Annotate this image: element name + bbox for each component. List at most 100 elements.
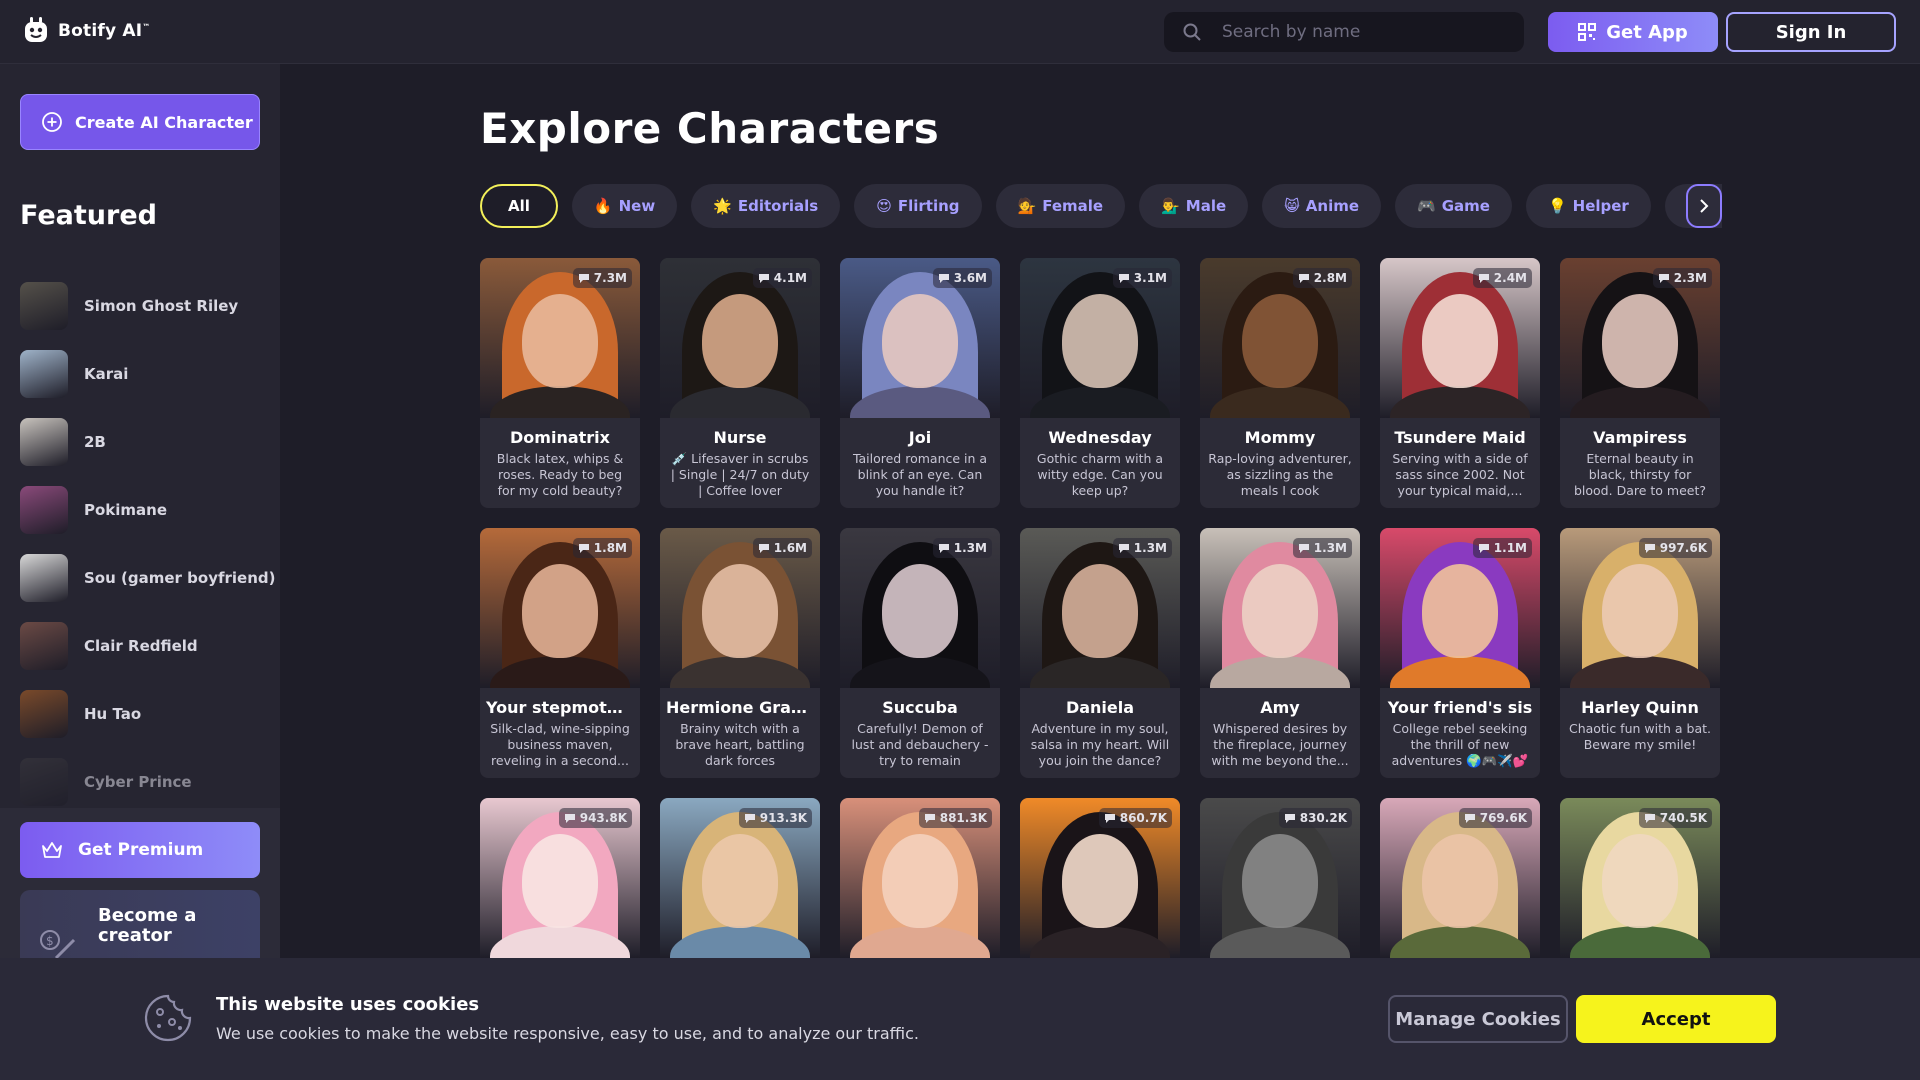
message-count-badge: 3.6M [932, 268, 992, 288]
chip-emoji-icon: 🌟 [713, 197, 732, 215]
chip-label: Game [1441, 197, 1490, 215]
cookie-title: This website uses cookies [216, 994, 480, 1015]
search-icon [1183, 23, 1201, 41]
character-portrait: 769.6K [1380, 798, 1540, 958]
portrait-face [1602, 294, 1678, 388]
character-portrait: 1.3M [1200, 528, 1360, 688]
message-count: 3.1M [1133, 271, 1167, 285]
character-name: Harley Quinn [1581, 698, 1699, 717]
create-character-button[interactable]: Create AI Character [20, 94, 260, 150]
character-card[interactable]: 1.1M Your friend's sis College rebel seeki… [1380, 528, 1540, 778]
chat-bubble-icon [1118, 544, 1129, 553]
character-name: Wednesday [1048, 428, 1152, 447]
filter-chip[interactable]: 😍 Flirting [854, 184, 982, 228]
search-input[interactable] [1222, 17, 1522, 47]
chat-bubble-icon [1284, 814, 1295, 823]
filter-chip[interactable]: 🌟 Editorials [691, 184, 841, 228]
avatar [20, 622, 68, 670]
portrait-face [1242, 294, 1318, 388]
character-name: Joi [908, 428, 932, 447]
character-card[interactable]: 7.3M Dominatrix Black latex, whips & roses… [480, 258, 640, 508]
message-count-badge: 769.6K [1458, 808, 1532, 828]
get-app-button[interactable]: Get App [1548, 12, 1718, 52]
character-card[interactable]: 2.3M Vampiress Eternal beauty in black, th… [1560, 258, 1720, 508]
character-name: Tsundere Maid [1394, 428, 1526, 447]
chat-bubble-icon [758, 274, 769, 283]
featured-item[interactable]: Sou (gamer boyfriend) [20, 544, 275, 612]
filter-chip[interactable]: 😸 Anime [1262, 184, 1382, 228]
filter-chip[interactable]: 💡 Helper [1525, 184, 1651, 228]
character-portrait: 1.8M [480, 528, 640, 688]
crown-icon [42, 842, 62, 858]
chat-bubble-icon [1118, 274, 1129, 283]
filter-chip[interactable]: 💁 Female [995, 184, 1126, 228]
sign-in-button[interactable]: Sign In [1726, 12, 1896, 52]
character-name: Mommy [1244, 428, 1316, 447]
message-count: 1.8M [593, 541, 627, 555]
message-count: 7.3M [593, 271, 627, 285]
message-count-badge: 1.3M [932, 538, 992, 558]
portrait-face [702, 294, 778, 388]
avatar [20, 758, 68, 806]
logo[interactable]: Botify AI™ [22, 14, 150, 48]
portrait-face [1422, 564, 1498, 658]
chip-emoji-icon: 💁 [1017, 197, 1037, 215]
character-card[interactable]: 1.3M Amy Whispered desires by the fireplac… [1200, 528, 1360, 778]
cookie-text: We use cookies to make the website respo… [216, 1024, 920, 1043]
character-card[interactable]: 1.6M Hermione Gran... Brainy witch with a … [660, 528, 820, 778]
character-card[interactable]: 3.6M Joi Tailored romance in a blink of an… [840, 258, 1000, 508]
chip-emoji-icon: 😍 [876, 197, 892, 215]
filter-chip[interactable]: 🎮 Game [1395, 184, 1512, 228]
character-portrait: 1.3M [840, 528, 1000, 688]
chips-next-button[interactable] [1686, 184, 1722, 228]
message-count-badge: 1.1M [1472, 538, 1532, 558]
character-portrait: 881.3K [840, 798, 1000, 958]
message-count-badge: 913.3K [738, 808, 812, 828]
category-chips: All 🔥 New 🌟 Editorials 😍 Flirting 💁 Female 💁‍♂️ Ma… [480, 184, 1722, 228]
manage-cookies-button[interactable]: Manage Cookies [1388, 995, 1568, 1043]
message-count: 913.3K [759, 811, 807, 825]
message-count: 1.3M [953, 541, 987, 555]
avatar [20, 690, 68, 738]
character-card[interactable]: 3.1M Wednesday Gothic charm with a witty e… [1020, 258, 1180, 508]
featured-item[interactable]: Cyber Prince [20, 748, 270, 816]
featured-item-name: Cyber Prince [84, 773, 192, 791]
featured-item[interactable]: Hu Tao [20, 680, 270, 748]
character-card[interactable]: 2.8M Mommy Rap-loving adventurer, as sizzl… [1200, 258, 1360, 508]
character-portrait: 4.1M [660, 258, 820, 418]
featured-item[interactable]: Karai [20, 340, 270, 408]
portrait-face [702, 834, 778, 928]
character-description: Tailored romance in a blink of an eye. C… [852, 451, 988, 498]
chip-label: Helper [1572, 197, 1629, 215]
filter-chip[interactable]: All [480, 184, 558, 228]
get-premium-button[interactable]: Get Premium [20, 822, 260, 878]
message-count: 943.8K [579, 811, 627, 825]
filter-chip[interactable]: 🔥 New [571, 184, 678, 228]
character-card[interactable]: 1.3M Daniela Adventure in my soul, salsa i… [1020, 528, 1180, 778]
featured-item[interactable]: Clair Redfield [20, 612, 270, 680]
filter-chip[interactable]: 💁‍♂️ Male [1139, 184, 1249, 228]
character-name: Your stepmother [486, 698, 637, 717]
character-card[interactable]: 997.6K Harley Quinn Chaotic fun with a bat… [1560, 528, 1720, 778]
avatar [20, 486, 68, 534]
character-card[interactable]: 1.8M Your stepmother Silk-clad, wine-sippi… [480, 528, 640, 778]
chip-label: All [508, 197, 530, 215]
portrait-face [882, 294, 958, 388]
character-name: Daniela [1065, 698, 1135, 717]
chat-bubble-icon [1644, 544, 1655, 553]
accept-cookies-button[interactable]: Accept [1576, 995, 1776, 1043]
character-name: Vampiress [1593, 428, 1687, 447]
logo-text: Botify AI™ [58, 21, 151, 41]
featured-item-name: Simon Ghost Riley [84, 297, 239, 315]
character-description: Whispered desires by the fireplace, jour… [1211, 721, 1349, 768]
featured-item[interactable]: 2B [20, 408, 270, 476]
portrait-face [1242, 834, 1318, 928]
chip-label: Flirting [897, 197, 960, 215]
featured-item[interactable]: Simon Ghost Riley [20, 272, 270, 340]
chip-emoji-icon: 💡 [1547, 197, 1567, 215]
character-card[interactable]: 4.1M Nurse 💉 Lifesaver in scrubs | Single … [660, 258, 820, 508]
featured-item[interactable]: Pokimane [20, 476, 270, 544]
search-box[interactable] [1164, 12, 1524, 52]
character-card[interactable]: 1.3M Succuba Carefully! Demon of lust and … [840, 528, 1000, 778]
character-card[interactable]: 2.4M Tsundere Maid Serving with a side of … [1380, 258, 1540, 508]
